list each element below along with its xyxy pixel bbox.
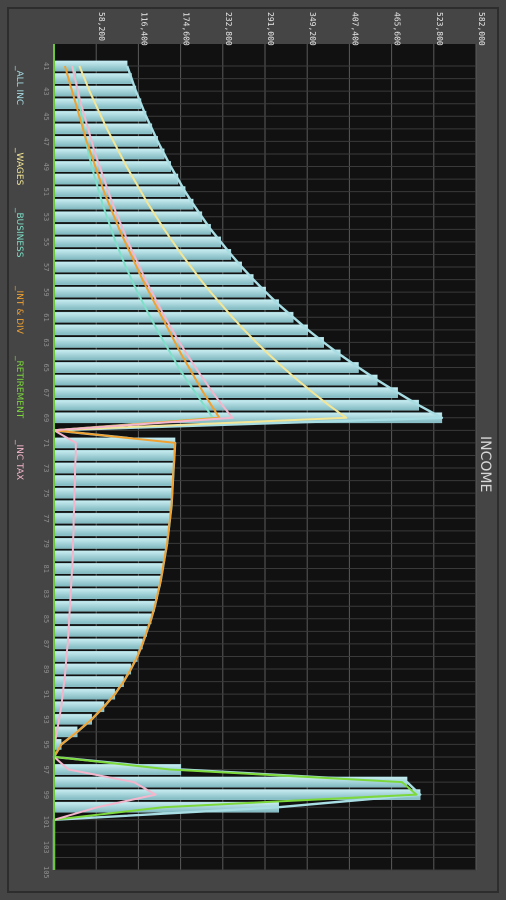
chart-title: INCOME	[477, 436, 493, 492]
category-tick-label: 105	[42, 866, 50, 879]
bar-all-inc	[53, 299, 279, 311]
bar-all-inc	[53, 136, 158, 147]
value-tick-label: 232,800	[224, 12, 233, 46]
value-tick-label: 291,000	[266, 12, 275, 46]
legend-item: _INC TAX	[14, 439, 24, 480]
category-tick-label: 49	[42, 163, 50, 171]
legend-item: _RETIREMENT	[14, 355, 24, 419]
category-tick-label: 99	[42, 791, 50, 799]
category-tick-label: 87	[42, 640, 50, 648]
bar-all-inc	[53, 324, 308, 336]
value-tick-label: 58,200	[97, 12, 106, 41]
bar-all-inc	[53, 512, 171, 524]
bar-all-inc	[53, 173, 179, 185]
bar-all-inc	[53, 525, 169, 537]
bar-all-inc	[53, 399, 419, 411]
bar-all-inc	[53, 437, 176, 449]
legend-item: _INT & DIV	[14, 285, 24, 335]
category-tick-label: 47	[42, 137, 50, 145]
category-tick-label: 85	[42, 615, 50, 623]
category-tick-label: 57	[42, 263, 50, 271]
bar-all-inc	[53, 462, 174, 474]
bar-all-inc	[53, 362, 359, 373]
category-tick-label: 75	[42, 489, 50, 497]
bar-all-inc	[53, 487, 173, 499]
value-tick-label: 465,600	[393, 12, 402, 46]
legend-item: _BUSINESS	[14, 207, 24, 258]
bar-all-inc	[53, 563, 163, 574]
legend-item: _ALL INC	[14, 65, 24, 105]
bar-all-inc	[53, 575, 161, 587]
value-tick-label: 582,000	[477, 12, 486, 46]
category-tick-label: 55	[42, 238, 50, 246]
value-tick-label: 407,400	[350, 12, 359, 46]
bar-all-inc	[53, 475, 174, 486]
category-tick-label: 65	[42, 364, 50, 372]
category-tick-label: 97	[42, 766, 50, 774]
category-tick-label: 95	[42, 740, 50, 748]
bar-all-inc	[53, 374, 378, 386]
bar-all-inc	[53, 73, 132, 84]
bar-all-inc	[53, 236, 221, 248]
category-tick-label: 91	[42, 690, 50, 698]
category-tick-label: 101	[42, 816, 50, 829]
bar-all-inc	[53, 261, 242, 273]
category-tick-label: 69	[42, 414, 50, 422]
bar-all-inc	[53, 286, 266, 298]
bar-all-inc	[53, 249, 232, 260]
bar-all-inc	[53, 186, 186, 197]
category-tick-label: 59	[42, 288, 50, 296]
category-tick-label: 61	[42, 313, 50, 321]
bar-all-inc	[53, 223, 211, 235]
income-chart: 58,200 116,400 174,600 232,800 291,000 349,20…	[7, 7, 499, 893]
value-tick-label: 116,400	[139, 12, 148, 46]
bar-all-inc	[53, 500, 172, 512]
category-tick-label: 89	[42, 665, 50, 673]
bar-all-inc	[53, 387, 398, 398]
bar-all-inc	[53, 148, 165, 160]
category-tick-label: 79	[42, 539, 50, 547]
bar-all-inc	[53, 123, 153, 135]
category-tick-label: 71	[42, 439, 50, 447]
category-tick-label: 73	[42, 464, 50, 472]
bar-all-inc	[53, 337, 324, 348]
category-tick-label: 41	[42, 62, 50, 70]
bar-all-inc	[53, 211, 203, 223]
value-tick-label: 349,200	[308, 12, 317, 46]
value-tick-label: 523,800	[435, 12, 444, 46]
value-tick-label: 174,600	[182, 12, 191, 46]
category-tick-label: 51	[42, 188, 50, 196]
chart-frame: 58,200 116,400 174,600 232,800 291,000 349,20…	[0, 0, 506, 900]
bar-all-inc	[53, 550, 166, 562]
category-tick-label: 77	[42, 514, 50, 522]
category-tick-label: 67	[42, 389, 50, 397]
bar-all-inc	[53, 789, 421, 800]
bar-all-inc	[53, 311, 294, 323]
bar-all-inc	[53, 349, 341, 361]
category-tick-label: 81	[42, 565, 50, 573]
category-tick-label: 53	[42, 213, 50, 221]
category-tick-label: 45	[42, 112, 50, 120]
category-tick-label: 93	[42, 715, 50, 723]
bar-all-inc	[53, 274, 254, 285]
category-tick-label: 63	[42, 338, 50, 346]
bar-all-inc	[53, 85, 137, 97]
bar-all-inc	[53, 161, 171, 172]
category-tick-label: 83	[42, 590, 50, 598]
bar-all-inc	[53, 450, 175, 461]
legend-item: _WAGES	[14, 147, 24, 186]
bar-all-inc	[53, 538, 168, 549]
category-tick-label: 103	[42, 841, 50, 854]
category-tick-label: 43	[42, 87, 50, 95]
bar-all-inc	[53, 198, 194, 210]
